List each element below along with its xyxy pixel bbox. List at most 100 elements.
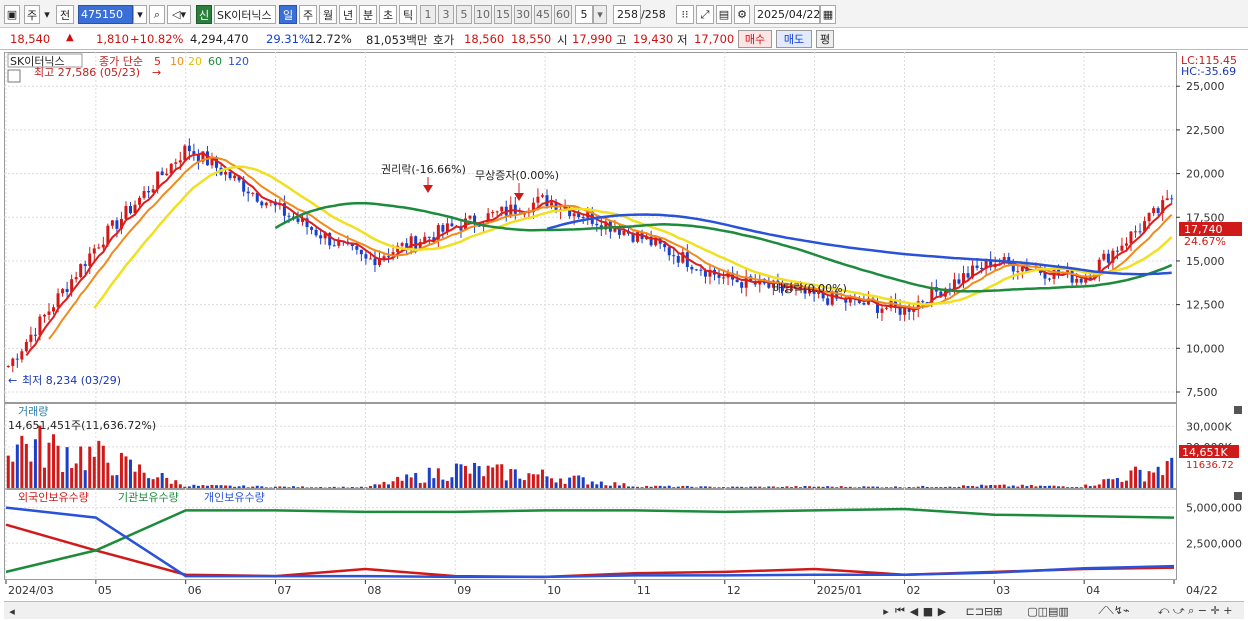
volume-panel-close-icon[interactable] [1234, 406, 1242, 414]
candle [414, 236, 418, 250]
volume-bar [314, 487, 318, 488]
candle [233, 175, 237, 179]
candle [513, 204, 517, 214]
stock-name-field[interactable]: SK이터닉스 [214, 5, 276, 24]
candle [33, 334, 37, 336]
volume-bar [110, 475, 114, 488]
buy-button[interactable]: 매수 [738, 30, 772, 48]
candle [115, 220, 119, 229]
volume-bar [722, 487, 726, 488]
search-icon[interactable]: ⌕ [149, 5, 165, 24]
candle [178, 160, 182, 163]
n60-button[interactable]: 60 [554, 5, 572, 24]
volume-bar [799, 487, 803, 488]
volume-bar [998, 484, 1002, 488]
chart-scrollbar[interactable]: ◂ ▸ ⏮ ◀ ■ ▶ ⊏⊐⊟⊞ ▢◫▤▥ ⟋⟍↯⌁ ⤺ ⤻ ⌕ − ✛ + [4, 601, 1244, 619]
period-b-button[interactable]: 전 [56, 5, 74, 24]
n45-button[interactable]: 45 [534, 5, 552, 24]
candle [690, 266, 694, 270]
scroll-left-icon[interactable]: ◂ [6, 604, 18, 618]
stock-code-input[interactable]: 475150 [78, 5, 133, 24]
candle [42, 314, 46, 317]
volume-bar [382, 481, 386, 488]
sell-button[interactable]: 매도 [776, 30, 812, 48]
volume-bar [1034, 486, 1038, 488]
volume-bar [631, 486, 635, 488]
tf-day-button[interactable]: 일 [279, 5, 297, 24]
grid-icon[interactable]: ⁝⁝ [676, 5, 694, 24]
candle [468, 215, 472, 219]
eval-button[interactable]: 평 [816, 30, 834, 48]
candle [699, 269, 703, 271]
n5-button[interactable]: 5 [456, 5, 472, 24]
crosshair-icon[interactable]: ⤢ [696, 5, 714, 24]
chart-icon[interactable]: ▣ [4, 5, 20, 24]
volume-bar [350, 486, 354, 488]
volume-bar [531, 474, 535, 488]
n1-button[interactable]: 1 [420, 5, 436, 24]
candle [92, 248, 96, 254]
zoom-tools-icon[interactable]: ⤺ ⤻ ⌕ − ✛ + [1150, 604, 1240, 618]
holding-panel-close-icon[interactable] [1234, 492, 1242, 500]
n15-button[interactable]: 15 [494, 5, 512, 24]
play-icon[interactable]: ▶ [936, 604, 948, 618]
scroll-right-icon[interactable]: ▸ [880, 604, 892, 618]
n10-button[interactable]: 10 [474, 5, 492, 24]
stop-icon[interactable]: ■ [922, 604, 934, 618]
volume-bar [228, 485, 232, 488]
candle [975, 265, 979, 268]
candle [1138, 231, 1142, 233]
tf-min-button[interactable]: 분 [359, 5, 377, 24]
table-icon[interactable] [7, 69, 21, 83]
sound-icon[interactable]: ◁▾ [167, 5, 191, 24]
volume-bar [1124, 480, 1128, 488]
n3-button[interactable]: 3 [438, 5, 454, 24]
save-icon[interactable]: ▤ [716, 5, 732, 24]
tf-week-button[interactable]: 주 [299, 5, 317, 24]
volume-bar [681, 486, 685, 488]
volume-bar [703, 486, 707, 488]
candle [1106, 253, 1110, 263]
gear-icon[interactable]: ⚙ [734, 5, 750, 24]
stock-chart[interactable]: 25,00022,50020,00017,50015,00012,50010,0… [4, 52, 1244, 601]
line-tools-icon[interactable]: ⟋⟍↯⌁ [1084, 604, 1144, 618]
n-select-dropdown-icon[interactable]: ▾ [593, 5, 607, 24]
candle [1129, 231, 1133, 244]
n30-button[interactable]: 30 [514, 5, 532, 24]
tf-sec-button[interactable]: 초 [379, 5, 397, 24]
calendar-icon[interactable]: ▦ [820, 5, 836, 24]
stock-code-dropdown-icon[interactable]: ▾ [133, 5, 147, 24]
candle [310, 227, 314, 230]
volume-bar [871, 486, 875, 488]
volume-bar [138, 464, 142, 488]
n-select[interactable]: 5 [575, 5, 593, 24]
candle [676, 255, 680, 263]
event-label: 권리락(-16.66%) [381, 163, 466, 176]
draw-tools-icon[interactable]: ⊏⊐⊟⊞ [954, 604, 1014, 618]
volume-bar [477, 466, 481, 488]
candle [1120, 245, 1124, 251]
volume-bar [961, 485, 965, 488]
volume-bar [269, 487, 273, 488]
play-reverse-icon[interactable]: ◀ [908, 604, 920, 618]
rewind-icon[interactable]: ⏮ [894, 604, 906, 618]
candle [1070, 269, 1074, 283]
volume-bar [273, 486, 277, 488]
volume-bar [128, 459, 132, 488]
volume-bar [147, 478, 151, 488]
period-a-button[interactable]: 주 [24, 5, 40, 24]
tf-month-button[interactable]: 월 [319, 5, 337, 24]
volume-bar [1115, 478, 1119, 488]
tf-year-button[interactable]: 년 [339, 5, 357, 24]
volume-bar [219, 485, 223, 488]
open-label: 시 [557, 33, 568, 47]
ma-120: 120 [228, 55, 249, 68]
count-input[interactable]: 258 [613, 5, 641, 24]
date-input[interactable]: 2025/04/22 [754, 5, 820, 24]
period-a-dropdown-icon[interactable]: ▾ [42, 5, 52, 24]
amount: 81,053백만 [366, 33, 428, 47]
tf-tick-button[interactable]: 틱 [399, 5, 417, 24]
window-tools-icon[interactable]: ▢◫▤▥ [1018, 604, 1078, 618]
volume-bar [445, 480, 449, 488]
volume-bar [332, 486, 336, 488]
